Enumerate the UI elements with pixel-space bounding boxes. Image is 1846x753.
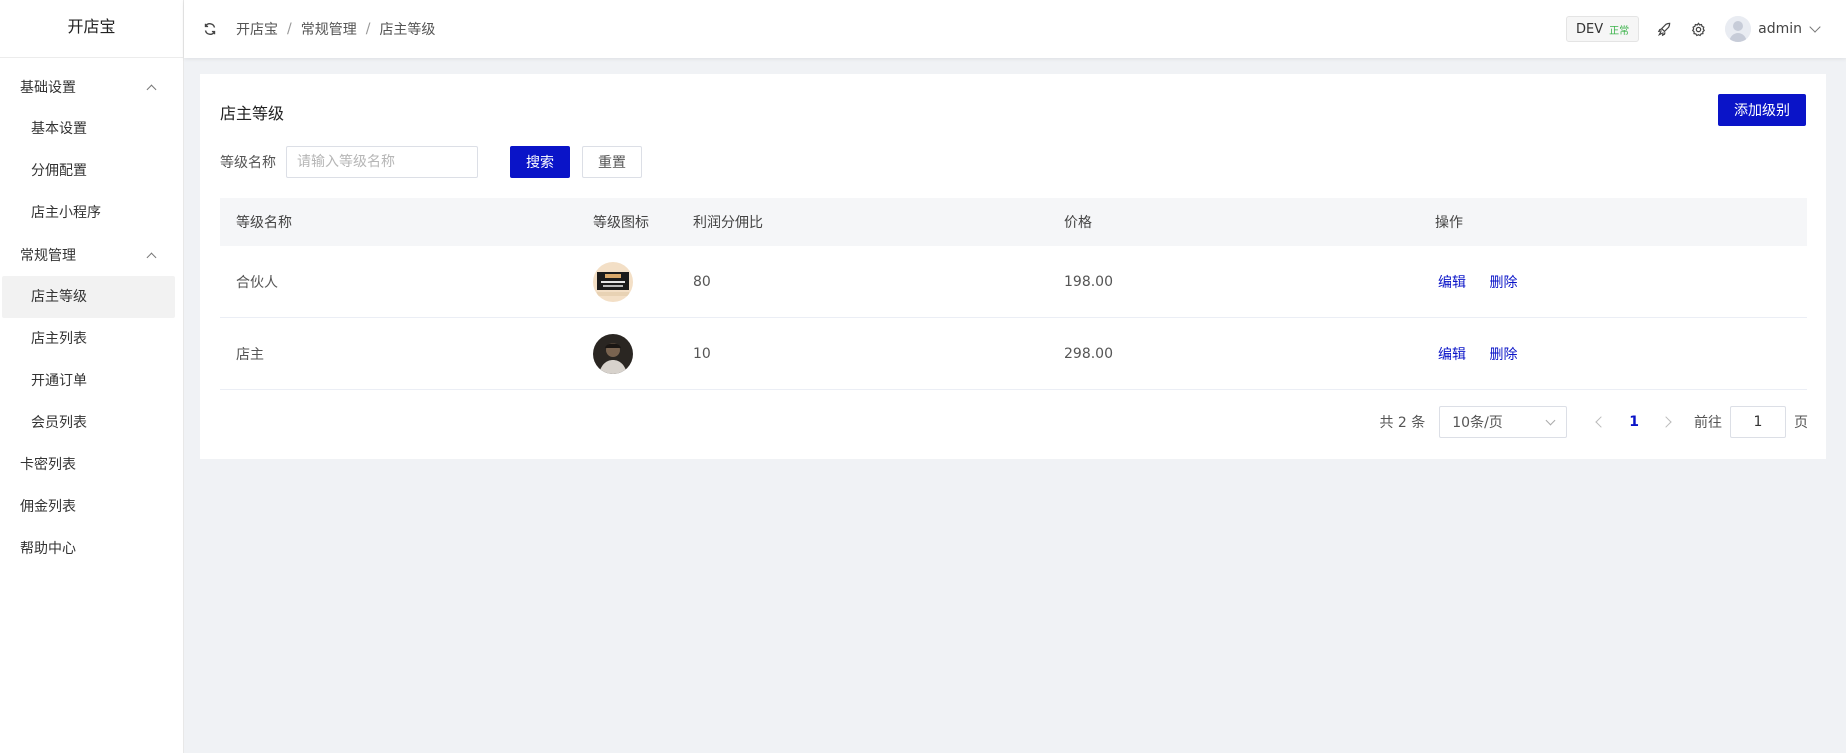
menu-group-basic-settings[interactable]: 基础设置 [0, 66, 183, 108]
page-size-value: 10条/页 [1452, 415, 1503, 431]
level-icon-image [593, 261, 633, 302]
edit-link[interactable]: 编辑 [1438, 347, 1466, 363]
env-status: 正常 [1609, 25, 1630, 37]
breadcrumb-item-current: 店主等级 [379, 22, 436, 38]
price-cell: 298.00 [1064, 345, 1113, 362]
chevron-up-icon [146, 252, 157, 262]
sidebar-menu: 基础设置 基本设置 分佣配置 店主小程序 常规管理 店主等级 店主列表 开通订单… [0, 58, 183, 570]
column-header: 等级图标 [593, 215, 649, 231]
sidebar-item-basic-settings[interactable]: 基本设置 [2, 108, 175, 150]
breadcrumb-item[interactable]: 常规管理 [301, 19, 357, 39]
search-button[interactable]: 搜索 [510, 146, 570, 178]
page-size-select[interactable]: 10条/页 [1439, 406, 1568, 438]
column-header: 操作 [1435, 215, 1463, 231]
menu-group-label: 基础设置 [20, 80, 76, 96]
level-name-cell: 合伙人 [236, 274, 278, 291]
page-number[interactable]: 1 [1629, 414, 1639, 430]
prev-page-icon[interactable] [1595, 416, 1607, 428]
column-header: 价格 [1064, 215, 1092, 231]
column-header: 等级名称 [236, 215, 292, 231]
sidebar-item-help-center[interactable]: 帮助中心 [0, 528, 183, 570]
sidebar-item-owner-level[interactable]: 店主等级 [2, 276, 175, 318]
edit-link[interactable]: 编辑 [1438, 275, 1466, 291]
filter-bar: 等级名称 搜索 重置 [220, 146, 642, 178]
menu-group-regular-management[interactable]: 常规管理 [0, 234, 183, 276]
chevron-down-icon [1545, 415, 1556, 425]
add-level-button[interactable]: 添加级别 [1718, 94, 1806, 126]
sidebar: 开店宝 基础设置 基本设置 分佣配置 店主小程序 常规管理 店主等级 店主列表 … [0, 0, 184, 753]
actions-cell: 编辑 删除 [1435, 272, 1807, 292]
price-cell: 198.00 [1064, 273, 1113, 290]
goto-page-input[interactable] [1730, 406, 1786, 438]
sidebar-item-open-orders[interactable]: 开通订单 [2, 360, 175, 402]
total-count: 共 2 条 [1379, 415, 1426, 431]
header-actions: DEV 正常 admin [1566, 16, 1821, 42]
sidebar-item-card-keys[interactable]: 卡密列表 [0, 444, 183, 486]
top-header: 开店宝 / 常规管理 / 店主等级 DEV 正常 admin [184, 0, 1846, 58]
delete-link[interactable]: 删除 [1489, 275, 1517, 291]
breadcrumb-separator: / [287, 21, 292, 37]
sidebar-item-shop-miniprogram[interactable]: 店主小程序 [2, 192, 175, 234]
table-row: 合伙人 80 198.00 编辑 删除 [220, 246, 1807, 318]
level-icon-cell [593, 333, 693, 374]
rocket-icon[interactable] [1655, 20, 1673, 38]
reset-button[interactable]: 重置 [582, 146, 642, 178]
env-label: DEV [1576, 21, 1604, 37]
ratio-cell: 10 [693, 345, 711, 362]
table-header: 等级名称 等级图标 利润分佣比 价格 操作 [220, 198, 1807, 246]
column-header: 利润分佣比 [693, 215, 763, 231]
refresh-icon[interactable] [202, 21, 218, 37]
gear-icon[interactable] [1689, 20, 1707, 38]
level-name-cell: 店主 [236, 346, 264, 363]
menu-group-label: 常规管理 [20, 248, 76, 264]
sidebar-item-commission-list[interactable]: 佣金列表 [0, 486, 183, 528]
breadcrumb-separator: / [365, 21, 371, 37]
breadcrumb-item[interactable]: 开店宝 [236, 19, 278, 39]
level-icon-cell [593, 261, 693, 302]
chevron-down-icon[interactable] [1809, 21, 1821, 33]
main-card: 店主等级 添加级别 等级名称 搜索 重置 等级名称 等级图标 利润分佣比 价格 … [200, 74, 1826, 459]
levels-table: 等级名称 等级图标 利润分佣比 价格 操作 合伙人 80 198.00 编辑 删… [220, 198, 1807, 390]
sidebar-item-member-list[interactable]: 会员列表 [2, 402, 175, 444]
level-icon-image [593, 333, 633, 374]
sidebar-item-owner-list[interactable]: 店主列表 [2, 318, 175, 360]
ratio-cell: 80 [693, 273, 711, 290]
pagination: 共 2 条 10条/页 1 前往 页 [1379, 406, 1808, 438]
app-logo: 开店宝 [0, 0, 183, 58]
breadcrumb: 开店宝 / 常规管理 / 店主等级 [236, 19, 435, 39]
avatar[interactable] [1725, 16, 1752, 42]
next-page-icon[interactable] [1660, 416, 1672, 428]
env-badge: DEV 正常 [1566, 16, 1640, 42]
delete-link[interactable]: 删除 [1489, 347, 1517, 363]
level-name-input[interactable] [286, 146, 478, 178]
table-row: 店主 10 298.00 编辑 删除 [220, 318, 1807, 390]
goto-label: 前往 [1694, 415, 1722, 431]
page-title: 店主等级 [220, 104, 285, 123]
chevron-up-icon [146, 84, 157, 94]
page-suffix: 页 [1794, 415, 1808, 431]
filter-label: 等级名称 [220, 155, 276, 171]
username[interactable]: admin [1758, 21, 1802, 37]
sidebar-item-commission-config[interactable]: 分佣配置 [2, 150, 175, 192]
actions-cell: 编辑 删除 [1435, 344, 1807, 364]
